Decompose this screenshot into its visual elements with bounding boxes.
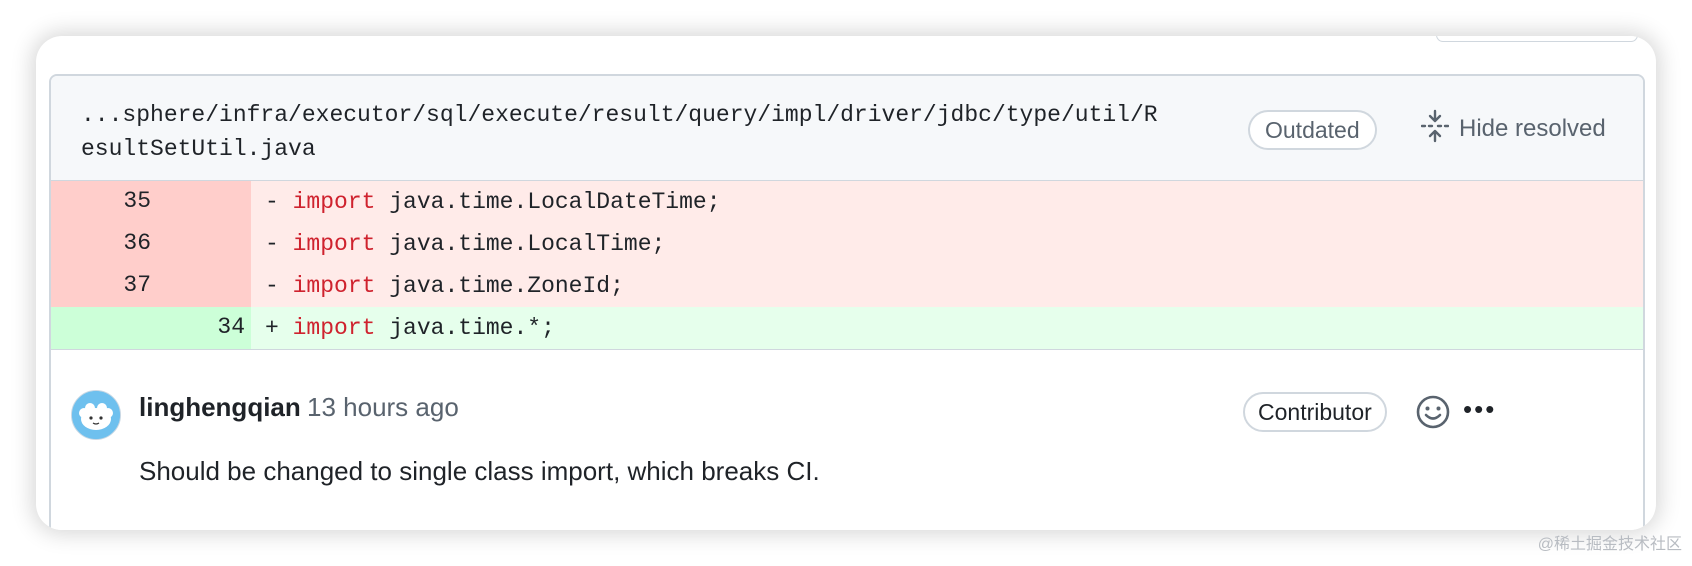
diff-line-added: 34 + import java.time.*;	[51, 307, 1643, 349]
diff-sign: -	[265, 273, 279, 299]
old-line-number[interactable]: 36	[51, 223, 151, 265]
avatar[interactable]	[71, 390, 121, 440]
file-header: ...sphere/infra/executor/sql/execute/res…	[51, 76, 1643, 181]
review-thread: ...sphere/infra/executor/sql/execute/res…	[49, 74, 1645, 530]
kebab-horizontal-icon: •••	[1463, 394, 1497, 424]
outdated-badge: Outdated	[1248, 110, 1377, 150]
diff-table: 35 - import java.time.LocalDateTime; 36 …	[51, 181, 1643, 350]
new-line-number[interactable]	[151, 265, 245, 307]
diff-line-deleted: 35 - import java.time.LocalDateTime;	[51, 181, 1643, 223]
hide-resolved-button[interactable]: Hide resolved	[1420, 109, 1606, 150]
code-line: - import java.time.ZoneId;	[251, 265, 1643, 307]
smiley-icon	[1415, 395, 1451, 434]
comment-author[interactable]: linghengqian	[139, 392, 301, 423]
code-text: java.time.*;	[375, 315, 555, 341]
comment-timestamp[interactable]: 13 hours ago	[307, 392, 459, 423]
diff-sign: -	[265, 189, 279, 215]
previous-card-edge	[1436, 36, 1638, 42]
fold-icon	[1420, 109, 1450, 150]
code-line: - import java.time.LocalDateTime;	[251, 181, 1643, 223]
code-keyword: import	[292, 273, 376, 299]
add-reaction-button[interactable]	[1415, 394, 1451, 430]
comment-body: Should be changed to single class import…	[139, 456, 820, 486]
more-options-button[interactable]: •••	[1463, 396, 1503, 426]
contributor-badge: Contributor	[1243, 392, 1387, 432]
old-line-number[interactable]: 37	[51, 265, 151, 307]
code-line: - import java.time.LocalTime;	[251, 223, 1643, 265]
code-keyword: import	[292, 315, 376, 341]
review-comment: linghengqian 13 hours ago Contributor ••…	[51, 350, 1643, 530]
new-line-number[interactable]	[151, 223, 245, 265]
diff-line-deleted: 36 - import java.time.LocalTime;	[51, 223, 1643, 265]
old-line-number[interactable]	[51, 307, 151, 349]
watermark: @稀土掘金技术社区	[1537, 536, 1682, 553]
new-line-number[interactable]: 34	[151, 307, 245, 349]
diff-line-deleted: 37 - import java.time.ZoneId;	[51, 265, 1643, 307]
hide-resolved-label: Hide resolved	[1459, 115, 1606, 142]
code-keyword: import	[292, 189, 376, 215]
review-card: ...sphere/infra/executor/sql/execute/res…	[36, 36, 1656, 530]
diff-sign: +	[265, 315, 279, 341]
code-text: java.time.ZoneId;	[375, 273, 624, 299]
code-line: + import java.time.*;	[251, 307, 1643, 349]
old-line-number[interactable]: 35	[51, 181, 151, 223]
code-keyword: import	[292, 231, 376, 257]
code-text: java.time.LocalDateTime;	[375, 189, 721, 215]
new-line-number[interactable]	[151, 181, 245, 223]
code-text: java.time.LocalTime;	[375, 231, 666, 257]
diff-sign: -	[265, 231, 279, 257]
file-path[interactable]: ...sphere/infra/executor/sql/execute/res…	[81, 98, 1161, 166]
